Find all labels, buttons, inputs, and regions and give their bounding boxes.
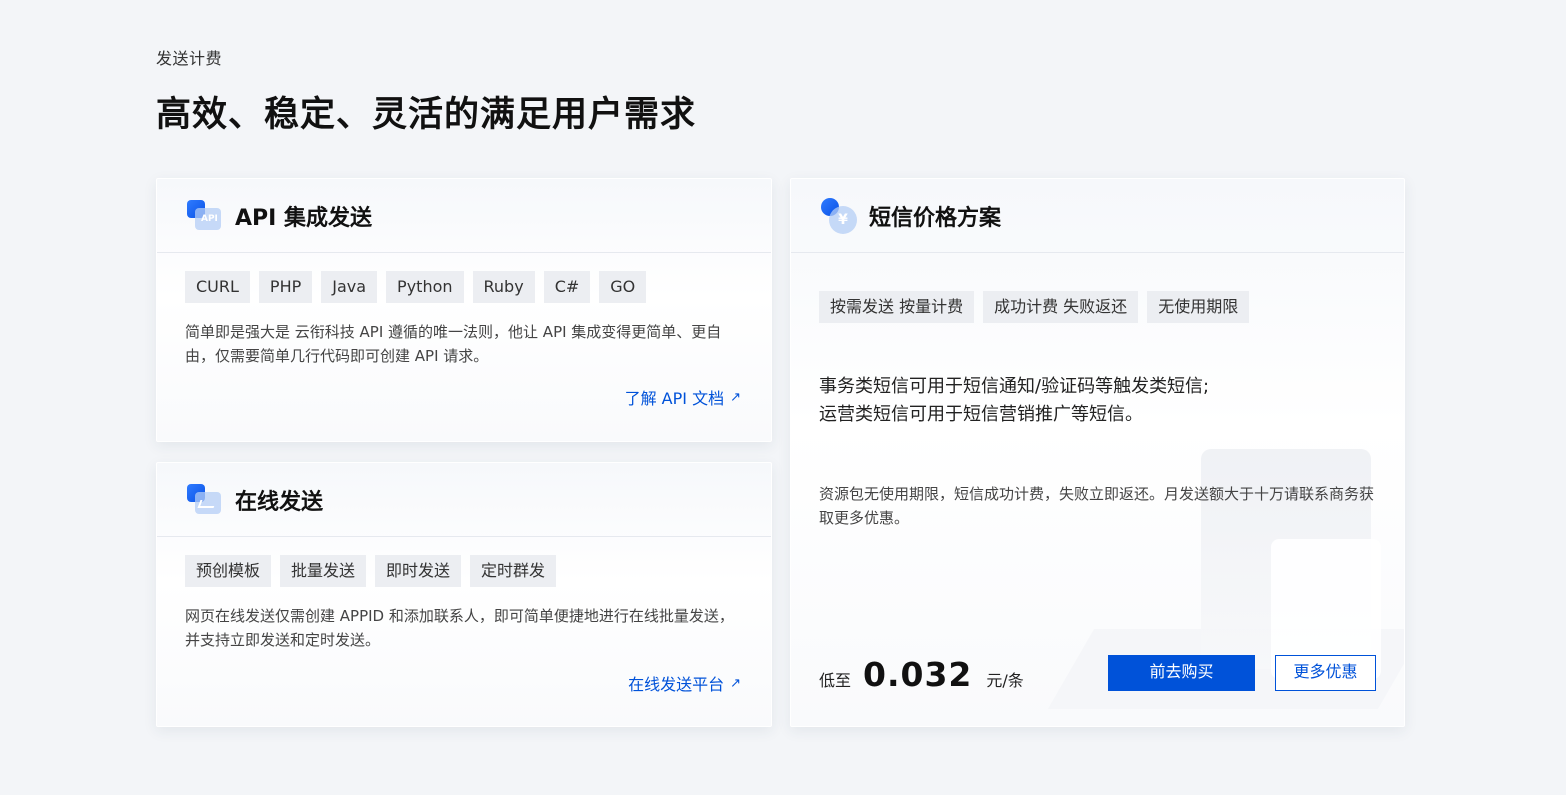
tag-scheduled: 定时群发	[470, 555, 557, 587]
api-card-description: 简单即是强大是 云衔科技 API 遵循的唯一法则，他让 API 集成变得更简单、…	[185, 323, 722, 365]
tag-ruby: Ruby	[472, 271, 535, 303]
tag-csharp: C#	[543, 271, 591, 303]
buy-button[interactable]: 前去购买	[1108, 655, 1255, 691]
tag-success-billing: 成功计费 失败返还	[983, 291, 1139, 323]
tag-template: 预创模板	[185, 555, 272, 587]
api-language-tags: CURL PHP Java Python Ruby C# GO	[157, 253, 771, 303]
tag-no-expiry: 无使用期限	[1147, 291, 1250, 323]
more-offers-button[interactable]: 更多优惠	[1275, 655, 1376, 691]
section-kicker: 发送计费	[156, 49, 223, 68]
tag-curl: CURL	[185, 271, 250, 303]
tag-batch: 批量发送	[280, 555, 367, 587]
price-card-title: 短信价格方案	[869, 205, 1002, 231]
tag-pay-as-you-go: 按需发送 按量计费	[819, 291, 975, 323]
online-card-description: 网页在线发送仅需创建 APPID 和添加联系人，即可简单便捷地进行在线批量发送，…	[185, 607, 734, 649]
api-docs-link[interactable]: 了解 API 文档 ↗	[625, 385, 741, 409]
api-icon: API	[187, 198, 223, 234]
sms-types-description: 事务类短信可用于短信通知/验证码等触发类短信; 运营类短信可用于短信营销推广等短…	[819, 376, 1210, 425]
tag-java: Java	[321, 271, 378, 303]
section-title: 高效、稳定、灵活的满足用户需求	[156, 95, 697, 135]
price-display: 低至 0.032 元/条	[819, 655, 1024, 694]
api-card-title: API 集成发送	[235, 205, 372, 231]
api-card: API API 集成发送 CURL PHP Java Python Ruby C…	[156, 178, 772, 442]
tag-python: Python	[386, 271, 464, 303]
online-feature-tags: 预创模板 批量发送 即时发送 定时群发	[157, 537, 771, 587]
online-card-header: 在线发送	[157, 463, 771, 537]
external-link-icon: ↗	[730, 389, 741, 405]
tag-instant: 即时发送	[375, 555, 462, 587]
price-feature-tags: 按需发送 按量计费 成功计费 失败返还 无使用期限	[791, 253, 1404, 323]
price-card-header: ¥ 短信价格方案	[791, 179, 1404, 253]
price-prefix: 低至	[819, 671, 852, 690]
external-link-icon: ↗	[730, 675, 741, 691]
online-send-icon	[187, 482, 223, 518]
online-card-title: 在线发送	[235, 489, 324, 515]
price-value: 0.032	[863, 655, 973, 694]
price-unit: 元/条	[986, 671, 1024, 690]
price-icon: ¥	[821, 197, 857, 234]
package-note: 资源包无使用期限，短信成功计费，失败立即返还。月发送额大于十万请联系商务获取更多…	[819, 485, 1375, 527]
online-platform-link[interactable]: 在线发送平台 ↗	[628, 671, 741, 695]
tag-go: GO	[599, 271, 647, 303]
api-card-header: API API 集成发送	[157, 179, 771, 253]
tag-php: PHP	[258, 271, 313, 303]
online-send-card: 在线发送 预创模板 批量发送 即时发送 定时群发 网页在线发送仅需创建 APPI…	[156, 462, 772, 727]
price-card: ¥ 短信价格方案 按需发送 按量计费 成功计费 失败返还 无使用期限 事务类短信…	[790, 178, 1405, 727]
